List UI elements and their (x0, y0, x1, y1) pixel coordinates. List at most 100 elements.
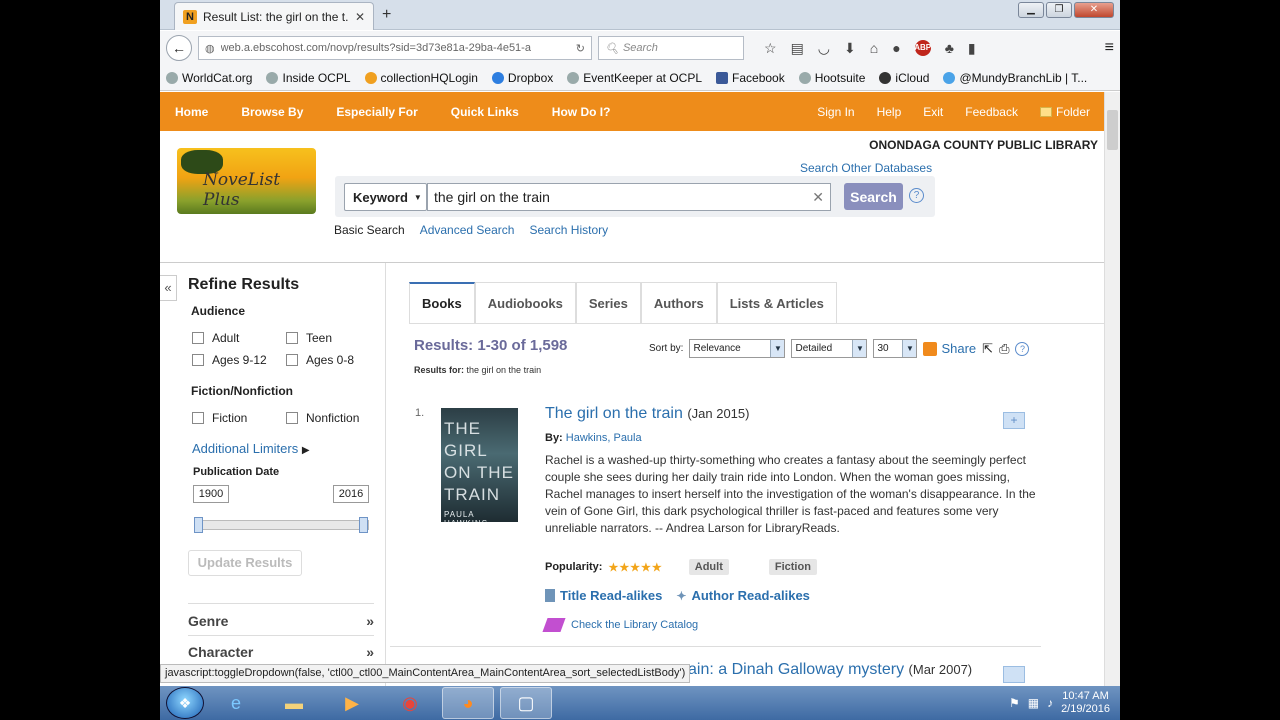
date-range-slider[interactable] (194, 520, 369, 530)
title-readalikes-link[interactable]: Title Read-alikes (545, 588, 662, 603)
browser-search-input[interactable]: 🔍︎ Search (598, 36, 744, 60)
facet-character[interactable]: Character » (188, 644, 374, 660)
add-to-folder-icon[interactable] (1003, 666, 1025, 683)
clock[interactable]: 10:47 AM 2/19/2016 (1061, 690, 1110, 716)
bookmark-item[interactable]: Facebook (716, 71, 785, 85)
checkbox-fiction[interactable]: Fiction (192, 411, 247, 425)
home-icon[interactable]: ⌂ (870, 40, 878, 57)
bookmark-item[interactable]: Dropbox (491, 71, 553, 85)
new-tab-icon[interactable]: + (382, 6, 391, 24)
additional-limiters-link[interactable]: Additional Limiters ▶ (192, 441, 310, 456)
bookmark-item[interactable]: Inside OCPL (266, 71, 351, 85)
trash-icon[interactable]: ▮ (968, 40, 976, 57)
help-icon[interactable]: ? (909, 188, 924, 203)
checkbox-nonfiction[interactable]: Nonfiction (286, 411, 359, 425)
clear-icon[interactable]: ✕ (812, 189, 824, 206)
year-to-input[interactable]: 2016 (333, 485, 369, 503)
check-catalog-link[interactable]: Check the Library Catalog (542, 618, 698, 632)
per-page-select[interactable]: 30 ▼ (873, 339, 918, 358)
search-other-databases-link[interactable]: Search Other Databases (800, 161, 932, 175)
close-tab-icon[interactable]: ✕ (355, 10, 365, 24)
advanced-search-link[interactable]: Advanced Search (420, 223, 515, 237)
close-window-button[interactable]: ✕ (1074, 2, 1114, 18)
address-bar[interactable]: ◍ web.a.ebscohost.com/novp/results?sid=3… (198, 36, 592, 60)
reload-icon[interactable]: ↻ (576, 42, 585, 55)
author-readalikes-link[interactable]: ✦ Author Read-alikes (676, 588, 810, 603)
checkbox-ages-0-8[interactable]: Ages 0-8 (286, 353, 354, 367)
network-icon[interactable]: ▦ (1028, 696, 1039, 710)
checkbox-teen[interactable]: Teen (286, 331, 332, 345)
author-link[interactable]: Hawkins, Paula (566, 432, 642, 444)
checkbox-ages-9-12[interactable]: Ages 9-12 (192, 353, 267, 367)
bookmark-item[interactable]: collectionHQLogin (364, 71, 478, 85)
tab-series[interactable]: Series (575, 282, 641, 323)
share-button[interactable]: Share (923, 341, 976, 356)
search-history-link[interactable]: Search History (529, 223, 608, 237)
hamburger-menu-icon[interactable]: ≡ (1105, 39, 1114, 57)
nav-quick-links[interactable]: Quick Links (451, 105, 519, 119)
nav-sign-in[interactable]: Sign In (817, 105, 854, 119)
scrollbar-thumb[interactable] (1107, 110, 1118, 150)
slider-handle-left[interactable] (194, 517, 203, 533)
facet-genre[interactable]: Genre » (188, 613, 374, 629)
tab-books[interactable]: Books (409, 282, 475, 323)
nav-help[interactable]: Help (877, 105, 902, 119)
maximize-button[interactable]: ❐ (1046, 2, 1072, 18)
window-taskbar-icon[interactable]: ▢ (500, 687, 552, 719)
result-title-link[interactable]: The girl on the train (545, 405, 683, 422)
bookmark-star-icon[interactable]: ☆ (764, 40, 777, 57)
genre-tag[interactable]: Fiction (768, 559, 817, 575)
book-cover-image[interactable]: THE GIRL ON THE TRAIN PAULA HAWKINS (441, 408, 518, 522)
file-explorer-taskbar-icon[interactable]: ▬ (268, 687, 320, 719)
extension-icon[interactable]: ♣ (945, 40, 954, 57)
vertical-scrollbar[interactable] (1104, 92, 1120, 686)
slider-handle-right[interactable] (359, 517, 368, 533)
chat-icon[interactable]: ● (892, 40, 900, 57)
checkbox-adult[interactable]: Adult (192, 331, 239, 345)
basic-search-link[interactable]: Basic Search (334, 223, 405, 237)
year-from-input[interactable]: 1900 (193, 485, 229, 503)
bookmark-item[interactable]: WorldCat.org (166, 71, 252, 85)
nav-how-do-i[interactable]: How Do I? (552, 105, 611, 119)
ie-taskbar-icon[interactable]: e (210, 687, 262, 719)
tab-authors[interactable]: Authors (640, 282, 717, 323)
audience-tag[interactable]: Adult (688, 559, 729, 575)
result-title-link-2[interactable]: ain: a Dinah Galloway mystery (688, 661, 904, 678)
tab-audiobooks[interactable]: Audiobooks (474, 282, 576, 323)
search-field-select[interactable]: Keyword ▼ (344, 183, 427, 211)
chrome-taskbar-icon[interactable]: ◉ (384, 687, 436, 719)
nav-home[interactable]: Home (175, 105, 208, 119)
add-to-folder-icon[interactable]: + (1003, 412, 1025, 429)
media-player-taskbar-icon[interactable]: ▶ (326, 687, 378, 719)
adblock-icon[interactable]: ABP (914, 39, 931, 56)
collapse-sidebar-button[interactable]: « (160, 275, 177, 301)
pocket-icon[interactable]: ◡ (818, 40, 830, 57)
search-query-input[interactable]: the girl on the train ✕ (427, 183, 831, 211)
search-button[interactable]: Search (844, 183, 903, 210)
nav-especially-for[interactable]: Especially For (336, 105, 417, 119)
nav-browse-by[interactable]: Browse By (241, 105, 303, 119)
flag-icon[interactable]: ⚑ (1009, 696, 1020, 710)
firefox-taskbar-icon[interactable]: ◕ (442, 687, 494, 719)
nav-folder[interactable]: Folder (1039, 105, 1090, 119)
bookmark-item[interactable]: Hootsuite (798, 71, 865, 85)
export-icon[interactable]: ⇱ (982, 341, 993, 357)
bookmark-item[interactable]: iCloud (879, 71, 929, 85)
update-results-button[interactable]: Update Results (188, 550, 302, 576)
back-button[interactable]: ← (166, 35, 192, 61)
help-icon[interactable]: ? (1015, 341, 1030, 356)
sort-select[interactable]: Relevance ▼ (689, 339, 786, 358)
bookmark-item[interactable]: @MundyBranchLib | T... (943, 71, 1087, 85)
print-icon[interactable]: ⎙ (999, 341, 1009, 357)
nav-feedback[interactable]: Feedback (965, 105, 1018, 119)
reading-list-icon[interactable]: ▤ (791, 40, 804, 57)
novelist-plus-logo[interactable]: NoveList Plus (177, 148, 316, 214)
volume-icon[interactable]: ♪ (1047, 696, 1053, 710)
view-select[interactable]: Detailed ▼ (791, 339, 868, 358)
minimize-button[interactable]: ▁ (1018, 2, 1044, 18)
tab-lists-articles[interactable]: Lists & Articles (716, 282, 837, 323)
nav-exit[interactable]: Exit (923, 105, 943, 119)
start-button[interactable]: ❖ (166, 687, 204, 719)
browser-tab[interactable]: N Result List: the girl on the t... ✕ (174, 2, 374, 30)
bookmark-item[interactable]: EventKeeper at OCPL (567, 71, 702, 85)
